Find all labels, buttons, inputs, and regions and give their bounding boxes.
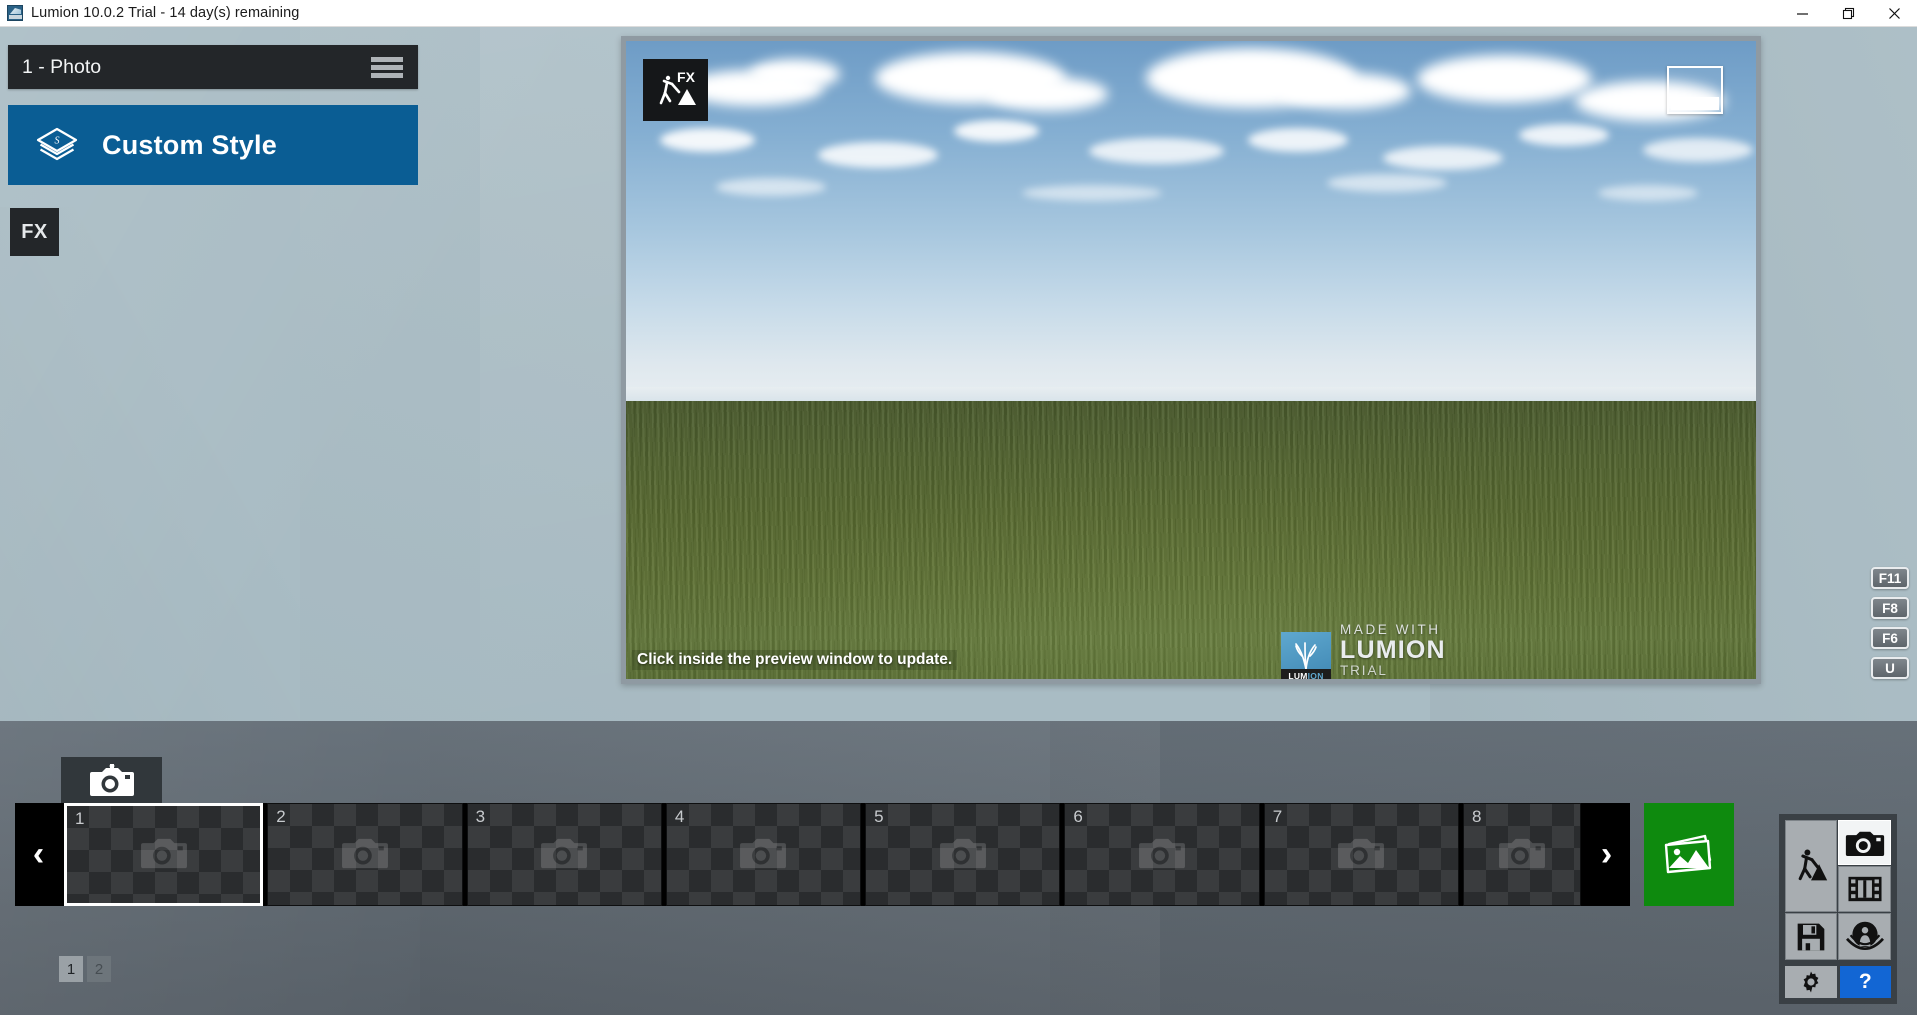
filmstrip-slot-3[interactable]: 3: [466, 803, 662, 906]
style-layers-icon: S: [34, 125, 80, 165]
lumion-leaf-icon: LUM ION: [1281, 632, 1331, 679]
sky: [626, 41, 1756, 402]
watermark-line-2: LUMION: [1340, 635, 1446, 664]
fx-button-label: FX: [21, 220, 48, 243]
filmstrip-pagination: 1 2: [59, 956, 111, 982]
construction-worker-icon: FX: [659, 69, 696, 105]
frame-overlay-icon[interactable]: [1667, 66, 1723, 114]
photo-filmstrip: ‹ 1 2 3 4 5 6 7 8 ›: [15, 803, 1630, 906]
preview-fx-badge[interactable]: FX: [643, 59, 708, 121]
settings-button[interactable]: [1785, 966, 1837, 998]
camera-placeholder-icon: [341, 834, 389, 875]
camera-placeholder-icon: [140, 834, 188, 875]
restore-icon[interactable]: [1825, 0, 1871, 27]
filmstrip-slot-number: 8: [1471, 807, 1482, 826]
filmstrip-slot-5[interactable]: 5: [865, 803, 1061, 906]
camera-tab[interactable]: [61, 757, 162, 804]
watermark-line-1: MADE WITH: [1340, 621, 1441, 637]
camera-icon: [89, 763, 134, 796]
svg-text:FX: FX: [677, 69, 696, 85]
filmstrip-slot-number: 7: [1272, 807, 1283, 826]
shortcut-key-u[interactable]: U: [1871, 657, 1909, 679]
shortcut-key-f6[interactable]: F6: [1871, 627, 1909, 649]
filmstrip-slot-number: 1: [75, 809, 85, 828]
window-controls: [1779, 0, 1917, 27]
shortcut-key-f8[interactable]: F8: [1871, 597, 1909, 619]
filmstrip-slot-4[interactable]: 4: [665, 803, 862, 906]
construction-worker-icon: [1798, 849, 1828, 881]
film-strip-icon: [1847, 876, 1882, 902]
lumion-trial-logo-icon: [7, 5, 23, 21]
fx-button[interactable]: FX: [10, 208, 59, 256]
custom-style-label: Custom Style: [102, 129, 277, 160]
camera-placeholder-icon: [739, 834, 787, 875]
photo-set-header[interactable]: 1 - Photo: [8, 45, 418, 89]
page-button-1[interactable]: 1: [59, 956, 83, 982]
grass-terrain: [626, 401, 1756, 679]
panorama-person-icon: [1845, 921, 1884, 950]
filmstrip-slot-number: 6: [1073, 807, 1083, 826]
filmstrip-slot-7[interactable]: 7: [1263, 803, 1459, 906]
filmstrip-thumbnails: 1 2 3 4 5 6 7 8: [62, 803, 1583, 906]
shortcut-key-f11[interactable]: F11: [1871, 567, 1909, 589]
photo-stack-icon: [1664, 834, 1712, 873]
photo-mode-button[interactable]: [1838, 820, 1891, 865]
close-icon[interactable]: [1871, 0, 1917, 27]
filmstrip-slot-8[interactable]: 8: [1462, 803, 1581, 906]
camera-placeholder-icon: [939, 834, 987, 875]
filmstrip-slot-number: 2: [276, 807, 286, 826]
preview-status-text: Click inside the preview window to updat…: [632, 650, 958, 670]
camera-placeholder-icon: [1498, 834, 1546, 875]
movie-mode-button[interactable]: [1838, 866, 1891, 912]
lumion-logo-tag: LUM ION: [1281, 669, 1331, 679]
filmstrip-slot-6[interactable]: 6: [1064, 803, 1260, 906]
filmstrip-slot-number: 3: [475, 807, 486, 826]
filmstrip-slot-1[interactable]: 1: [64, 803, 264, 906]
filmstrip-slot-number: 5: [874, 807, 884, 826]
page-button-2[interactable]: 2: [87, 956, 111, 982]
floppy-disk-icon: [1797, 923, 1825, 950]
filmstrip-next-button[interactable]: ›: [1583, 803, 1630, 906]
title-bar: Lumion 10.0.2 Trial - 14 day(s) remainin…: [0, 0, 1917, 27]
window-title: Lumion 10.0.2 Trial - 14 day(s) remainin…: [31, 5, 300, 21]
preview-viewport[interactable]: FX LUM ION MADE WITH LUMION TRIAL Click …: [626, 41, 1756, 679]
camera-placeholder-icon: [540, 834, 588, 875]
help-button[interactable]: ?: [1839, 966, 1891, 998]
hamburger-menu-icon[interactable]: [371, 57, 403, 78]
save-button[interactable]: [1785, 913, 1837, 960]
camera-icon: [1845, 831, 1884, 856]
camera-placeholder-icon: [1138, 834, 1186, 875]
custom-style-button[interactable]: S Custom Style: [8, 105, 418, 185]
build-mode-button[interactable]: [1785, 820, 1837, 912]
minimize-icon[interactable]: [1779, 0, 1825, 27]
camera-placeholder-icon: [1337, 834, 1385, 875]
filmstrip-slot-2[interactable]: 2: [267, 803, 463, 906]
shortcut-key-list: F11 F8 F6 U: [1861, 567, 1909, 687]
mode-toolbar: ?: [1779, 814, 1897, 1004]
gear-icon: [1803, 971, 1819, 993]
filmstrip-slot-number: 4: [674, 807, 685, 826]
panorama-mode-button[interactable]: [1838, 913, 1891, 960]
filmstrip-prev-button[interactable]: ‹: [15, 803, 62, 906]
lumion-watermark: LUMION MADE WITH LUMION TRIAL VERSION: [1281, 622, 1463, 680]
photo-set-label: 1 - Photo: [22, 55, 102, 78]
render-photo-button[interactable]: [1644, 803, 1734, 906]
watermark-line-3: TRIAL VERSION: [1340, 662, 1412, 680]
preview-window[interactable]: FX LUM ION MADE WITH LUMION TRIAL Click …: [621, 36, 1761, 684]
svg-text:S: S: [55, 136, 60, 147]
